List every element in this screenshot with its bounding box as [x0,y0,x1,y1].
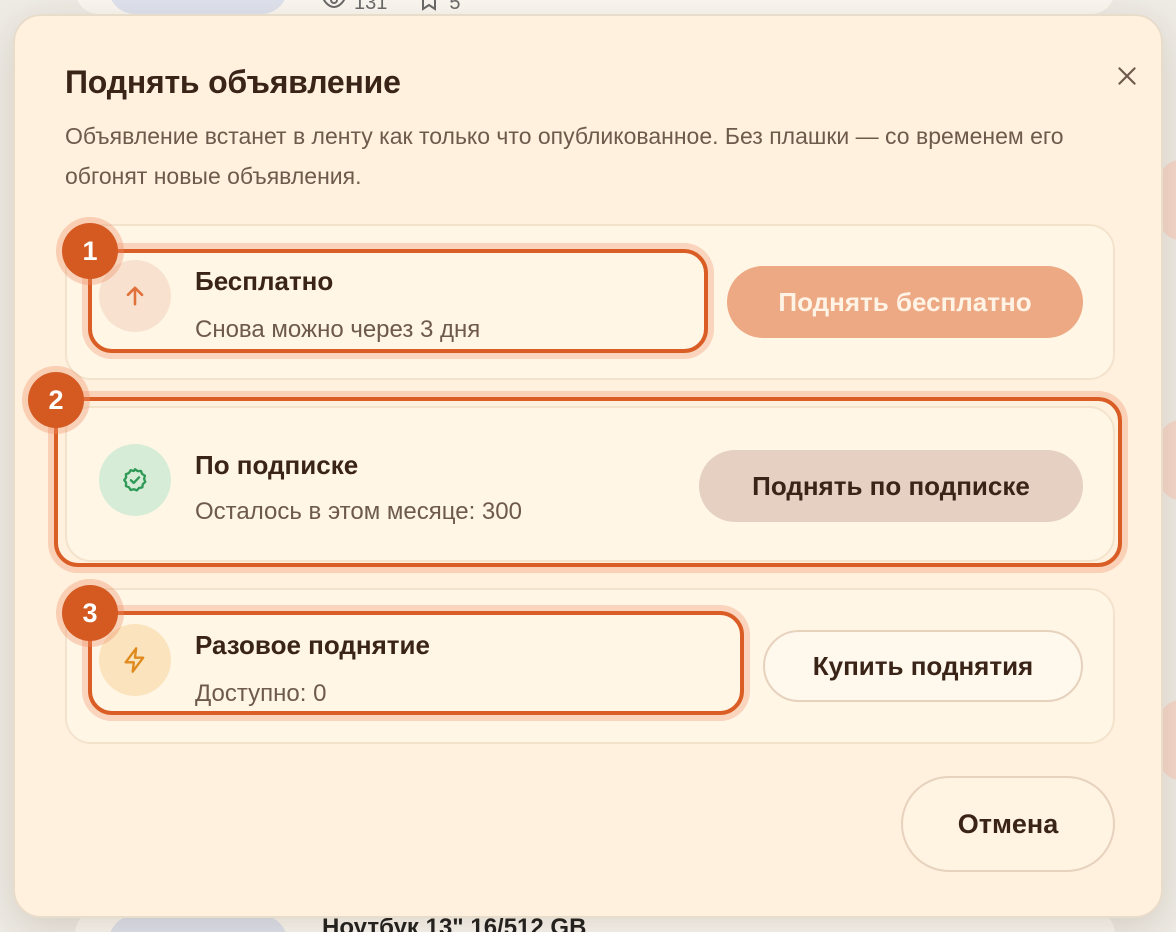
option-one-time: Разовое поднятие Доступно: 0 Купить подн… [65,588,1115,744]
boost-listing-dialog: Поднять объявление Объявление встанет в … [13,14,1163,918]
views-count: 131 [354,0,388,14]
option-free: Бесплатно Снова можно через 3 дня Поднят… [65,224,1115,380]
close-icon [1114,63,1140,94]
boost-free-button[interactable]: Поднять бесплатно [727,266,1083,338]
listing-image-top [108,0,288,14]
annotation-badge-1: 1 [62,223,118,279]
dialog-description: Объявление встанет в ленту как только чт… [65,123,1064,189]
verified-badge-icon [99,444,171,516]
annotation-badge-3: 3 [62,585,118,641]
lightning-icon [99,624,171,696]
option-title: Бесплатно [195,266,334,296]
close-button[interactable] [1103,54,1151,102]
option-title: Разовое поднятие [195,630,430,660]
cancel-button[interactable]: Отмена [901,776,1115,872]
annotation-badge-2: 2 [28,372,84,428]
boost-subscription-button[interactable]: Поднять по подписке [699,450,1083,522]
option-title: По подписке [195,450,359,480]
option-subtitle: Снова можно через 3 дня [195,316,481,343]
option-subtitle: Доступно: 0 [195,680,327,707]
option-subtitle: Осталось в этом месяце: 300 [195,498,522,525]
dialog-title: Поднять объявление [65,64,401,100]
bookmarks-count: 5 [449,0,461,14]
option-subscription: По подписке Осталось в этом месяце: 300 … [65,406,1115,562]
buy-boosts-button[interactable]: Купить поднятия [763,630,1083,702]
